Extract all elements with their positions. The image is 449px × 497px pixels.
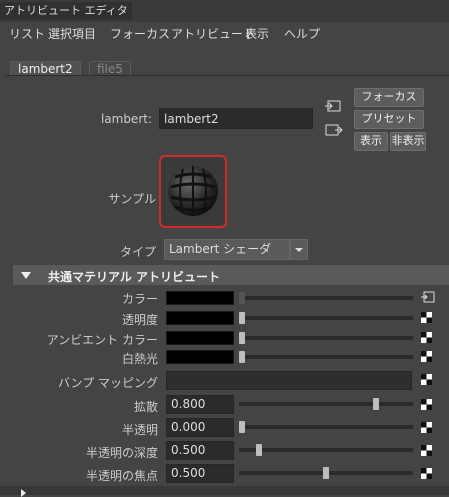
checker-icon[interactable] [421, 445, 432, 456]
translucence-depth-slider-handle[interactable] [255, 444, 262, 456]
next-section-header[interactable] [0, 486, 449, 497]
ambient-color-slider-handle[interactable] [239, 332, 245, 344]
window-title: アトリビュート エディタ [0, 2, 132, 20]
checker-icon[interactable] [421, 312, 432, 323]
preset-button[interactable]: プリセット [354, 110, 424, 129]
color-swatch[interactable] [166, 291, 234, 305]
translucence-slider-handle[interactable] [239, 421, 245, 433]
color-label: カラー [121, 292, 158, 306]
output-connection-icon[interactable] [325, 123, 343, 137]
common-material-attributes-header[interactable]: 共通マテリアル アトリビュート [13, 265, 449, 285]
incandescence-slider-handle[interactable] [239, 351, 245, 363]
translucence-focus-label: 半透明の焦点 [85, 469, 158, 483]
translucence-depth-field[interactable]: 0.500 [166, 441, 234, 460]
type-dropdown-arrow[interactable] [290, 239, 308, 260]
node-name-field[interactable]: lambert2 [159, 108, 313, 129]
material-swatch[interactable] [159, 155, 227, 228]
menu-selected[interactable]: 選択項目 [48, 25, 96, 42]
ambient-color-slider[interactable] [239, 336, 413, 340]
map-connect-icon[interactable] [421, 291, 435, 303]
color-slider-handle[interactable] [239, 292, 245, 304]
translucence-focus-field[interactable]: 0.500 [166, 464, 234, 483]
translucence-label: 半透明 [121, 423, 158, 437]
bump-mapping-label: バンプ マッピング [57, 376, 158, 390]
translucence-depth-label: 半透明の深度 [85, 446, 158, 460]
menu-show[interactable]: 表示 [245, 25, 269, 42]
translucence-slider[interactable] [239, 425, 413, 429]
collapse-triangle-icon [21, 272, 31, 279]
checker-icon[interactable] [421, 332, 432, 343]
transparency-swatch[interactable] [166, 311, 234, 325]
translucence-depth-slider[interactable] [239, 448, 413, 452]
menu-help[interactable]: ヘルプ [284, 25, 320, 42]
menu-bar: リスト 選択項目 フォーカス アトリビュート 表示 ヘルプ [0, 22, 449, 44]
checker-icon[interactable] [421, 351, 432, 362]
type-label: タイプ [119, 245, 156, 259]
incandescence-swatch[interactable] [166, 350, 234, 364]
diffuse-slider-handle[interactable] [373, 398, 380, 410]
translucence-focus-slider-handle[interactable] [323, 467, 329, 479]
swatch-label: サンプル [108, 192, 156, 206]
checker-icon[interactable] [421, 422, 432, 433]
type-dropdown[interactable]: Lambert シェーダ [164, 239, 290, 260]
transparency-slider-handle[interactable] [239, 312, 245, 324]
checker-icon[interactable] [421, 374, 432, 385]
diffuse-slider[interactable] [239, 402, 413, 406]
color-slider[interactable] [239, 296, 413, 300]
incandescence-slider[interactable] [239, 355, 413, 359]
section-title: 共通マテリアル アトリビュート [48, 270, 221, 284]
hide-button[interactable]: 非表示 [390, 132, 426, 151]
checker-icon[interactable] [421, 399, 432, 410]
input-connection-icon[interactable] [325, 99, 343, 113]
focus-button[interactable]: フォーカス [354, 88, 424, 107]
sphere-preview-icon [168, 166, 218, 216]
show-button[interactable]: 表示 [354, 132, 388, 151]
transparency-label: 透明度 [121, 313, 158, 327]
diffuse-label: 拡散 [133, 400, 158, 414]
ambient-color-label: アンビエント カラー [46, 333, 158, 347]
menu-focus[interactable]: フォーカス [110, 25, 170, 42]
ambient-color-swatch[interactable] [166, 331, 234, 345]
node-name-label: lambert: [100, 112, 152, 126]
transparency-slider[interactable] [239, 316, 413, 320]
diffuse-field[interactable]: 0.800 [166, 395, 234, 414]
expand-triangle-icon [21, 489, 31, 497]
checker-icon[interactable] [421, 468, 432, 479]
chevron-down-icon [295, 248, 303, 252]
incandescence-label: 白熱光 [121, 352, 158, 366]
title-bar: アトリビュート エディタ [0, 0, 449, 22]
menu-list[interactable]: リスト [9, 25, 45, 42]
bump-mapping-field[interactable] [166, 371, 412, 390]
translucence-field[interactable]: 0.000 [166, 418, 234, 437]
menu-attributes[interactable]: アトリビュート [171, 25, 255, 42]
